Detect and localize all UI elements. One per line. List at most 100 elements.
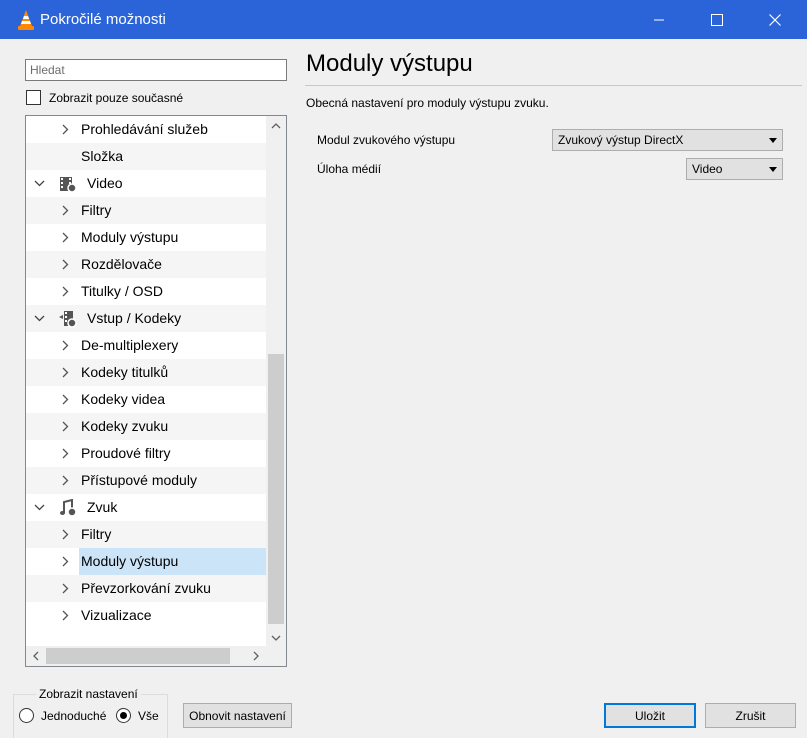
tree-item[interactable]: Vizualizace [26, 602, 266, 629]
maximize-button[interactable] [688, 0, 746, 39]
tree-item-label: Převzorkování zvuku [81, 580, 211, 596]
scroll-down-button[interactable] [266, 628, 286, 648]
tree-item-label: Kodeky titulků [81, 364, 169, 380]
tree-category[interactable]: Vstup / Kodeky [26, 305, 266, 332]
tree-item-label: Prohledávání služeb [81, 121, 208, 137]
tree-item[interactable]: Kodeky zvuku [26, 413, 266, 440]
audio-output-module-label: Modul zvukového výstupu [317, 133, 456, 147]
chevron-right-icon[interactable] [58, 575, 72, 602]
audio-output-module-value: Zvukový výstup DirectX [558, 133, 684, 147]
tree-item-label: Kodeky zvuku [81, 418, 169, 434]
tree-category[interactable]: Zvuk [26, 494, 266, 521]
tree-item[interactable]: Titulky / OSD [26, 278, 266, 305]
tree-item-label: Titulky / OSD [81, 283, 163, 299]
show-current-only-checkbox[interactable]: Zobrazit pouze současné [26, 90, 183, 105]
tree-category[interactable]: Video [26, 170, 266, 197]
scroll-up-button[interactable] [266, 116, 286, 136]
panel-description: Obecná nastavení pro moduly výstupu zvuk… [306, 96, 549, 110]
chevron-right-icon [253, 651, 259, 661]
tree-item[interactable]: Moduly výstupu [26, 224, 266, 251]
dropdown-arrow-icon [769, 167, 777, 172]
settings-tree[interactable]: Prohledávání služeb Složka Video Filtry Modu… [25, 115, 287, 667]
scroll-right-button[interactable] [246, 646, 266, 666]
reset-settings-button[interactable]: Obnovit nastavení [183, 703, 292, 728]
chevron-right-icon[interactable] [58, 224, 72, 251]
checkbox-box[interactable] [26, 90, 41, 105]
tree-item-label: Složka [81, 148, 124, 164]
chevron-right-icon[interactable] [58, 197, 72, 224]
chevron-down-icon [271, 635, 281, 641]
save-button[interactable]: Uložit [604, 703, 696, 728]
media-role-value: Video [692, 162, 723, 176]
audio-settings-icon [60, 499, 77, 517]
radio-simple-label: Jednoduché [41, 709, 107, 723]
tree-item-label: Filtry [81, 526, 112, 542]
tree-item[interactable]: Složka [26, 143, 266, 170]
minimize-button[interactable] [630, 0, 688, 39]
tree-item-label: Vstup / Kodeky [87, 310, 182, 326]
display-settings-title: Zobrazit nastavení [36, 687, 141, 701]
tree-item[interactable]: De-multiplexery [26, 332, 266, 359]
cancel-button[interactable]: Zrušit [705, 703, 796, 728]
close-icon [769, 13, 781, 26]
tree-item[interactable]: Převzorkování zvuku [26, 575, 266, 602]
tree-item-label: Kodeky videa [81, 391, 166, 407]
chevron-right-icon[interactable] [58, 602, 72, 629]
checkbox-label: Zobrazit pouze současné [49, 90, 184, 105]
scroll-corner [266, 646, 286, 666]
search-input[interactable]: Hledat [25, 59, 287, 81]
chevron-right-icon[interactable] [58, 278, 72, 305]
chevron-right-icon[interactable] [58, 251, 72, 278]
chevron-right-icon[interactable] [58, 521, 72, 548]
chevron-right-icon[interactable] [58, 467, 72, 494]
tree-item-label: Moduly výstupu [81, 229, 179, 245]
radio-simple[interactable] [19, 708, 34, 723]
chevron-right-icon[interactable] [58, 116, 72, 143]
tree-item[interactable]: Filtry [26, 197, 266, 224]
audio-output-module-select[interactable]: Zvukový výstup DirectX [552, 129, 783, 151]
title-bar: Pokročilé možnosti [0, 0, 807, 39]
page-title: Moduly výstupu [306, 50, 473, 77]
vertical-scroll-thumb[interactable] [268, 354, 284, 624]
tree-item-label: De-multiplexery [81, 337, 179, 353]
tree-item[interactable]: Přístupové moduly [26, 467, 266, 494]
tree-item-label: Moduly výstupu [79, 548, 266, 575]
tree-item[interactable]: Kodeky titulků [26, 359, 266, 386]
tree-item-label: Video [87, 175, 123, 191]
search-placeholder: Hledat [30, 63, 65, 77]
tree-item-label: Zvuk [87, 499, 118, 515]
horizontal-scrollbar[interactable] [26, 646, 266, 666]
tree-item[interactable]: Proudové filtry [26, 440, 266, 467]
horizontal-scroll-thumb[interactable] [46, 648, 230, 664]
chevron-down-icon[interactable] [32, 494, 46, 521]
chevron-right-icon[interactable] [58, 548, 72, 575]
chevron-right-icon[interactable] [58, 413, 72, 440]
close-button[interactable] [746, 0, 804, 39]
title-divider [305, 85, 802, 86]
chevron-right-icon[interactable] [58, 359, 72, 386]
tree-item[interactable]: Prohledávání služeb [26, 116, 266, 143]
input-codecs-icon [59, 311, 77, 328]
tree-item-label: Rozdělovače [81, 256, 162, 272]
chevron-right-icon[interactable] [58, 332, 72, 359]
tree-item[interactable]: Kodeky videa [26, 386, 266, 413]
media-role-label: Úloha médií [317, 162, 382, 176]
chevron-down-icon[interactable] [32, 305, 46, 332]
radio-all[interactable] [116, 708, 131, 723]
tree-rows: Prohledávání služeb Složka Video Filtry Modu… [26, 116, 266, 629]
tree-item[interactable]: Filtry [26, 521, 266, 548]
vertical-scrollbar[interactable] [266, 116, 286, 648]
chevron-down-icon[interactable] [32, 170, 46, 197]
minimize-icon [654, 19, 664, 20]
tree-item-label: Proudové filtry [81, 445, 171, 461]
tree-item[interactable]: Moduly výstupu [26, 548, 266, 575]
chevron-right-icon[interactable] [58, 440, 72, 467]
chevron-left-icon [33, 651, 39, 661]
media-role-select[interactable]: Video [686, 158, 783, 180]
window-title: Pokročilé možnosti [40, 11, 166, 28]
tree-item[interactable]: Rozdělovače [26, 251, 266, 278]
scroll-left-button[interactable] [26, 646, 46, 666]
radio-all-label: Vše [138, 709, 159, 723]
dropdown-arrow-icon [769, 138, 777, 143]
chevron-right-icon[interactable] [58, 386, 72, 413]
